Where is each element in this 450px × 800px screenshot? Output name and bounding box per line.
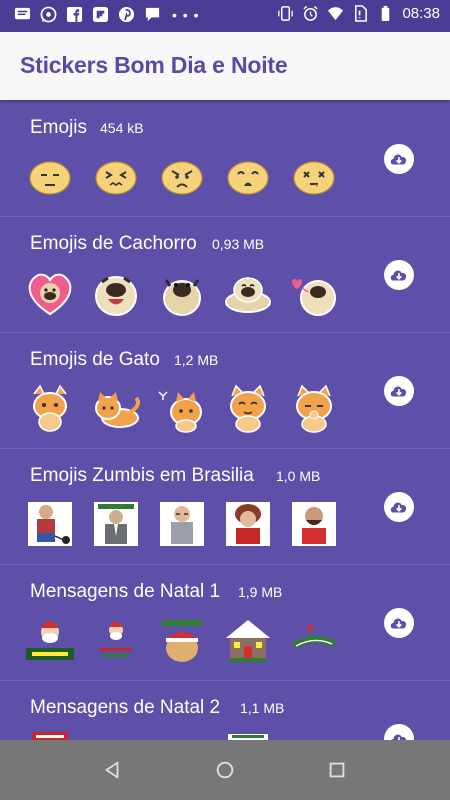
sticker-pack-emojis[interactable]: Emojis 454 kB bbox=[0, 100, 450, 217]
sticker-face-neutral bbox=[24, 150, 76, 202]
sticker-zombie-old-man bbox=[156, 498, 208, 550]
sticker-preview-row bbox=[24, 614, 340, 666]
sticker-feliz-natal-text bbox=[288, 614, 340, 666]
recents-button[interactable] bbox=[325, 758, 349, 782]
sticker-zombie-man bbox=[288, 498, 340, 550]
app-title: Stickers Bom Dia e Noite bbox=[20, 52, 288, 78]
sticker-pack-cachorro[interactable]: Emojis de Cachorro 0,93 MB bbox=[0, 216, 450, 333]
message-icon bbox=[14, 6, 31, 23]
back-button[interactable] bbox=[100, 758, 124, 782]
pack-title: Emojis bbox=[30, 117, 88, 138]
download-button[interactable] bbox=[384, 608, 414, 638]
cloud-download-icon bbox=[390, 386, 407, 397]
sticker-cat-awww bbox=[24, 382, 76, 434]
sticker-placeholder bbox=[156, 732, 208, 740]
more-dots-icon: • • • bbox=[172, 6, 200, 23]
sticker-santa-small bbox=[90, 614, 142, 666]
cloud-download-icon bbox=[390, 270, 407, 281]
vibrate-icon bbox=[277, 5, 294, 22]
sticker-preview-row bbox=[24, 382, 340, 434]
flipboard-icon bbox=[92, 6, 109, 23]
download-button[interactable] bbox=[384, 260, 414, 290]
pack-title: Emojis de Gato bbox=[30, 349, 160, 370]
sticker-santa-hat-dog bbox=[156, 614, 208, 666]
sticker-face-shocked bbox=[222, 150, 274, 202]
sticker-zombie-woman bbox=[222, 498, 274, 550]
cloud-download-icon bbox=[391, 734, 407, 740]
sticker-preview-row bbox=[24, 266, 340, 318]
sticker-pug-laughing bbox=[90, 266, 142, 318]
sticker-preview-row bbox=[24, 498, 340, 550]
pack-size: 0,93 MB bbox=[212, 236, 265, 252]
sticker-preview-row bbox=[24, 150, 340, 202]
home-icon bbox=[216, 761, 234, 779]
sticker-pug-kiss bbox=[288, 266, 340, 318]
back-icon bbox=[105, 761, 119, 779]
sticker-pack-natal-1[interactable]: Mensagens de Natal 1 1,9 MB bbox=[0, 564, 450, 681]
wifi-icon bbox=[327, 5, 344, 22]
sticker-pug-heart bbox=[24, 266, 76, 318]
sticker-zombie-suit bbox=[90, 498, 142, 550]
pack-title: Mensagens de Natal 2 bbox=[30, 697, 221, 718]
home-button[interactable] bbox=[213, 758, 237, 782]
download-button[interactable] bbox=[384, 376, 414, 406]
whatsapp-icon bbox=[40, 6, 57, 23]
sticker-cat-smiling bbox=[222, 382, 274, 434]
sticker-zombie-prisoner bbox=[24, 498, 76, 550]
cloud-download-icon bbox=[390, 618, 407, 629]
sticker-pack-list[interactable]: Emojis 454 kB Emojis de Cachorro 0,93 MB… bbox=[0, 100, 450, 740]
pack-size: 1,0 MB bbox=[276, 468, 321, 484]
sticker-cat-lying bbox=[90, 382, 142, 434]
sticker-santa-banner bbox=[24, 614, 76, 666]
navigation-bar bbox=[0, 740, 450, 800]
pack-title: Emojis Zumbis em Brasilia bbox=[30, 465, 254, 486]
download-button[interactable] bbox=[384, 724, 414, 740]
sticker-christmas-house bbox=[222, 614, 274, 666]
cloud-download-icon bbox=[390, 502, 407, 513]
status-bar: • • • 08:38 bbox=[0, 0, 450, 32]
pack-title: Emojis de Cachorro bbox=[30, 233, 197, 254]
chat-icon bbox=[144, 6, 161, 23]
pack-size: 1,1 MB bbox=[240, 700, 285, 716]
sticker-cat-yes bbox=[156, 382, 208, 434]
download-button[interactable] bbox=[384, 144, 414, 174]
pack-size: 1,9 MB bbox=[238, 584, 283, 600]
pack-title: Mensagens de Natal 1 bbox=[30, 581, 221, 602]
sticker-pug-lying bbox=[222, 266, 274, 318]
status-time: 08:38 bbox=[402, 5, 440, 22]
pack-size: 454 kB bbox=[100, 120, 144, 136]
battery-icon bbox=[377, 5, 394, 22]
cloud-download-icon bbox=[390, 154, 407, 165]
sticker-pack-zumbis[interactable]: Emojis Zumbis em Brasilia 1,0 MB bbox=[0, 448, 450, 565]
sticker-feliz-sign bbox=[24, 732, 76, 740]
sticker-face-angry bbox=[156, 150, 208, 202]
sticker-face-dizzy bbox=[288, 150, 340, 202]
alarm-icon bbox=[302, 5, 319, 22]
sticker-pug-sitting bbox=[156, 266, 208, 318]
download-button[interactable] bbox=[384, 492, 414, 522]
sticker-cat-thinking bbox=[288, 382, 340, 434]
no-sim-icon bbox=[352, 5, 369, 22]
recents-icon bbox=[329, 762, 345, 778]
sticker-placeholder bbox=[90, 732, 142, 740]
sticker-preview-row bbox=[24, 732, 274, 740]
app-bar: Stickers Bom Dia e Noite bbox=[0, 32, 450, 100]
sticker-christmas-sign bbox=[222, 732, 274, 740]
sticker-pack-gato[interactable]: Emojis de Gato 1,2 MB bbox=[0, 332, 450, 449]
pack-size: 1,2 MB bbox=[174, 352, 219, 368]
sticker-pack-natal-2[interactable]: Mensagens de Natal 2 1,1 MB bbox=[0, 680, 450, 740]
facebook-icon bbox=[66, 6, 83, 23]
sticker-face-squint bbox=[90, 150, 142, 202]
pinterest-icon bbox=[118, 6, 135, 23]
